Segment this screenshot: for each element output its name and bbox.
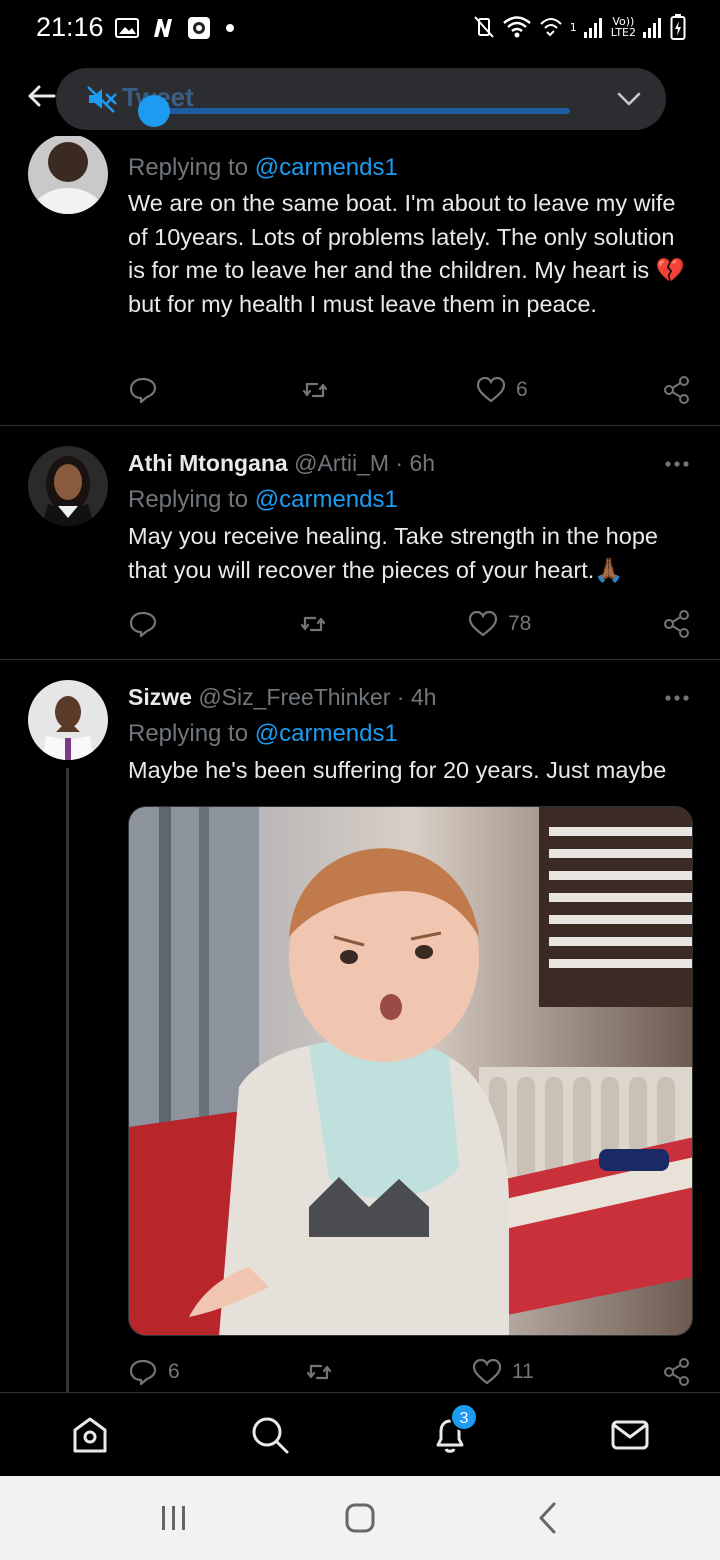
retweet-button[interactable] (304, 1354, 334, 1390)
like-button[interactable]: 78 (468, 606, 531, 642)
header: Tweet (0, 56, 720, 136)
reply-button[interactable] (128, 372, 158, 408)
retweet-icon (306, 1364, 332, 1380)
reply-button[interactable]: 6 (128, 1354, 180, 1390)
wifi-icon (502, 16, 531, 38)
more-notifications-dot (226, 24, 234, 32)
status-system-icons: 1 Vo)) LTE2 (472, 12, 686, 42)
bottom-navigation: 3 (0, 1392, 720, 1476)
reply-icon (129, 1359, 157, 1386)
home-square-icon[interactable] (340, 1498, 380, 1538)
messages-envelope-icon[interactable] (610, 1415, 650, 1455)
reply-icon (129, 611, 157, 638)
tweet-item[interactable]: Replying to @carmends1 We are on the sam… (0, 120, 720, 426)
volume-slider-panel[interactable]: Tweet (56, 68, 666, 130)
like-count: 6 (516, 378, 528, 401)
reply-icon (129, 377, 157, 404)
share-icon (664, 1358, 689, 1386)
like-button[interactable]: 6 (476, 372, 528, 408)
signal-icon (583, 18, 602, 38)
notifications-badge: 3 (450, 1403, 478, 1431)
like-button[interactable]: 11 (472, 1354, 534, 1390)
avatar[interactable] (28, 446, 108, 526)
retweet-icon (302, 382, 328, 398)
tweet-media-image[interactable] (128, 806, 693, 1336)
back-chevron-icon[interactable] (528, 1498, 568, 1538)
volume-slider-track[interactable] (150, 108, 570, 114)
replying-to: Replying to @carmends1 (128, 486, 398, 513)
chevron-down-icon[interactable] (616, 88, 642, 110)
share-button[interactable] (662, 372, 692, 408)
back-arrow-icon[interactable] (24, 78, 60, 114)
mention-link[interactable]: @carmends1 (255, 720, 398, 747)
shield-app-icon (188, 17, 210, 39)
status-bar: 21:16 1 Vo)) LTE2 (0, 0, 720, 56)
search-icon[interactable] (250, 1415, 290, 1455)
n-app-icon (154, 19, 172, 37)
battery-charging-icon (670, 14, 686, 40)
volume-mute-icon[interactable] (86, 85, 118, 113)
tweet-author: Sizwe @Siz_FreeThinker · 4h (128, 684, 436, 711)
replying-to: Replying to @carmends1 (128, 720, 398, 747)
tweet-text: Maybe he's been suffering for 20 years. … (128, 757, 667, 783)
reply-button[interactable] (128, 606, 158, 642)
heart-icon (476, 376, 506, 403)
sim-label: 1 (569, 20, 577, 34)
tweet-actions: 78 (128, 606, 694, 642)
system-navigation-bar (0, 1476, 720, 1560)
mute-vibrate-icon (473, 16, 494, 38)
avatar[interactable] (28, 134, 108, 214)
mention-link[interactable]: @carmends1 (255, 154, 398, 181)
like-count: 11 (512, 1360, 534, 1383)
status-time: 21:16 (36, 12, 104, 42)
share-icon (664, 376, 689, 404)
display-name[interactable]: Athi Mtongana (128, 450, 288, 476)
avatar[interactable] (28, 680, 108, 760)
share-button[interactable] (662, 1354, 692, 1390)
volte-label: Vo)) LTE2 (610, 15, 636, 39)
share-button[interactable] (662, 606, 692, 642)
wifi-call-icon (539, 18, 562, 37)
share-icon (664, 610, 689, 638)
gallery-icon (115, 18, 139, 38)
tweet-actions: 6 (128, 372, 694, 408)
praying-hands-emoji: 🙏🏾 (594, 556, 624, 583)
home-icon[interactable] (70, 1415, 110, 1455)
mention-link[interactable]: @carmends1 (255, 486, 398, 513)
handle-time: @Siz_FreeThinker · 4h (198, 684, 437, 710)
thread-line (66, 768, 69, 1392)
more-options-icon[interactable] (664, 460, 690, 468)
tweet-author: Athi Mtongana @Artii_M · 6h (128, 450, 435, 477)
tweet-actions: 6 11 (128, 1354, 694, 1390)
retweet-button[interactable] (298, 606, 328, 642)
display-name[interactable]: Sizwe (128, 684, 192, 710)
retweet-icon (300, 616, 326, 632)
more-options-icon[interactable] (664, 694, 690, 702)
reply-count: 6 (168, 1360, 180, 1383)
heart-icon (472, 1358, 502, 1385)
broken-heart-emoji: 💔 (655, 257, 685, 283)
recent-apps-icon[interactable] (154, 1498, 194, 1538)
status-notification-icons (114, 14, 234, 42)
replying-to: Replying to @carmends1 (128, 154, 398, 181)
tweet-text: May you receive healing. Take strength i… (128, 523, 658, 583)
volume-slider-handle[interactable] (138, 95, 170, 127)
handle-time: @Artii_M · 6h (294, 450, 436, 476)
signal-icon-2 (643, 18, 661, 38)
tweet-text: We are on the same boat. I'm about to le… (128, 190, 685, 317)
retweet-button[interactable] (300, 372, 330, 408)
tweet-item[interactable]: Athi Mtongana @Artii_M · 6h Replying to … (0, 426, 720, 660)
heart-icon (468, 610, 498, 637)
like-count: 78 (508, 612, 532, 635)
